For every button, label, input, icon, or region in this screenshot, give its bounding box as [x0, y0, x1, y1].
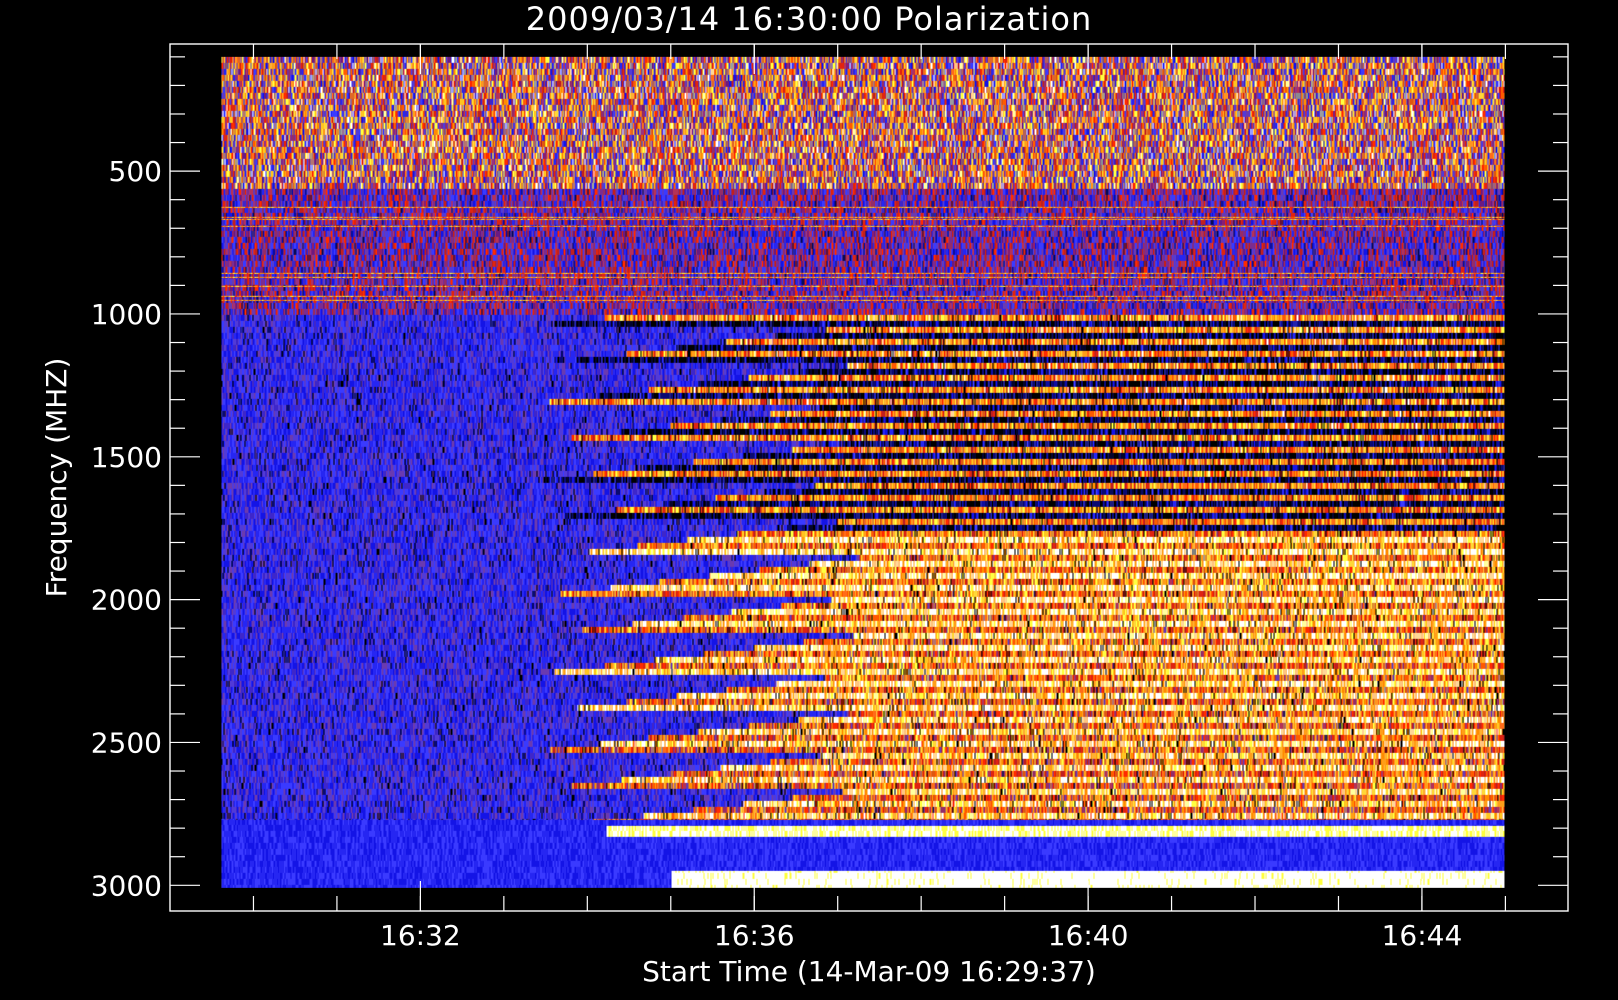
spectrogram-chart: 500 1000 1500 2000 2500 3000 16:32 16:36 16:40 16…: [40, 43, 1569, 988]
y-tick-label: 3000: [91, 869, 162, 902]
heatmap-image: [221, 56, 1505, 888]
y-tick-label: 2500: [91, 726, 162, 759]
y-tick-label: 500: [109, 155, 162, 188]
heatmap-raster: [221, 56, 1505, 888]
x-tick-label: 16:32: [380, 919, 461, 952]
y-axis-label: Frequency (MHZ): [40, 358, 73, 598]
x-tick-label: 16:40: [1048, 919, 1129, 952]
x-tick-label: 16:36: [714, 919, 795, 952]
x-tick-label: 16:44: [1382, 919, 1463, 952]
y-tick-label: 1500: [91, 441, 162, 474]
y-tick-label: 1000: [91, 298, 162, 331]
y-tick-label: 2000: [91, 584, 162, 617]
x-axis-label: Start Time (14-Mar-09 16:29:37): [642, 955, 1096, 988]
